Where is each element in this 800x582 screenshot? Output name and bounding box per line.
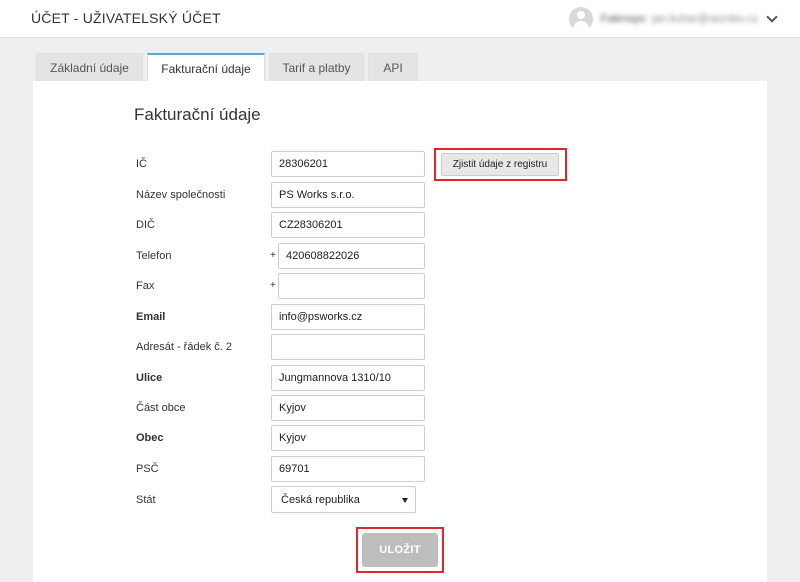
label-district: Část obce <box>136 402 186 414</box>
fax-prefix: + <box>270 280 276 291</box>
user-name[interactable]: Falenspo <box>601 13 646 25</box>
tab-fakturacni-udaje[interactable]: Fakturační údaje <box>147 53 265 82</box>
tab-label: Tarif a platby <box>282 60 351 75</box>
label-city: Obec <box>136 432 164 444</box>
page-title: ÚČET - UŽIVATELSKÝ ÚČET <box>31 10 221 26</box>
phone-prefix: + <box>270 250 276 261</box>
save-button[interactable]: ULOŽIT <box>362 533 438 567</box>
email-input[interactable]: info@psworks.cz <box>271 304 425 330</box>
company-name-input[interactable]: PS Works s.r.o. <box>271 182 425 208</box>
chevron-down-icon[interactable] <box>766 11 778 23</box>
dropdown-arrow-icon <box>402 498 408 503</box>
country-select-value: Česká republika <box>281 493 360 506</box>
fax-input[interactable] <box>278 273 425 299</box>
tab-tarif-a-platby[interactable]: Tarif a platby <box>269 53 364 81</box>
top-bar: ÚČET - UŽIVATELSKÝ ÚČET Falenspo jan.kuh… <box>0 0 800 38</box>
tab-label: API <box>383 60 403 75</box>
label-fax: Fax <box>136 280 155 292</box>
address-line-2-input[interactable] <box>271 334 425 360</box>
label-street: Ulice <box>136 372 163 384</box>
label-zip: PSČ <box>136 463 159 475</box>
user-avatar-icon[interactable] <box>568 7 593 31</box>
label-dic: DIČ <box>136 219 155 231</box>
tab-api[interactable]: API <box>368 53 418 81</box>
street-input[interactable]: Jungmannova 1310/10 <box>271 365 425 391</box>
label-address-line-2: Adresát - řádek č. 2 <box>136 341 232 353</box>
registry-lookup-button[interactable]: Zjistit údaje z registru <box>441 153 559 176</box>
ic-input[interactable]: 28306201 <box>271 151 425 177</box>
user-email[interactable]: jan.kuhar@seznbo.cz <box>652 13 758 25</box>
label-email: Email <box>136 311 166 323</box>
city-input[interactable]: Kyjov <box>271 425 425 451</box>
tab-zakladni-udaje[interactable]: Základní údaje <box>36 53 143 81</box>
tab-label: Základní údaje <box>50 60 129 75</box>
district-input[interactable]: Kyjov <box>271 395 425 421</box>
dic-input[interactable]: CZ28306201 <box>271 212 425 238</box>
form-title: Fakturační údaje <box>134 105 261 124</box>
tab-label: Fakturační údaje <box>161 61 251 76</box>
country-select[interactable]: Česká republika <box>271 486 416 513</box>
zip-input[interactable]: 69701 <box>271 456 425 482</box>
label-phone: Telefon <box>136 250 172 262</box>
label-company-name: Název společnosti <box>136 189 226 201</box>
label-country: Stát <box>136 494 156 506</box>
user-menu[interactable]: Falenspo jan.kuhar@seznbo.cz <box>568 7 778 31</box>
phone-input[interactable]: 420608822026 <box>278 243 425 269</box>
label-ic: IČ <box>136 158 147 170</box>
